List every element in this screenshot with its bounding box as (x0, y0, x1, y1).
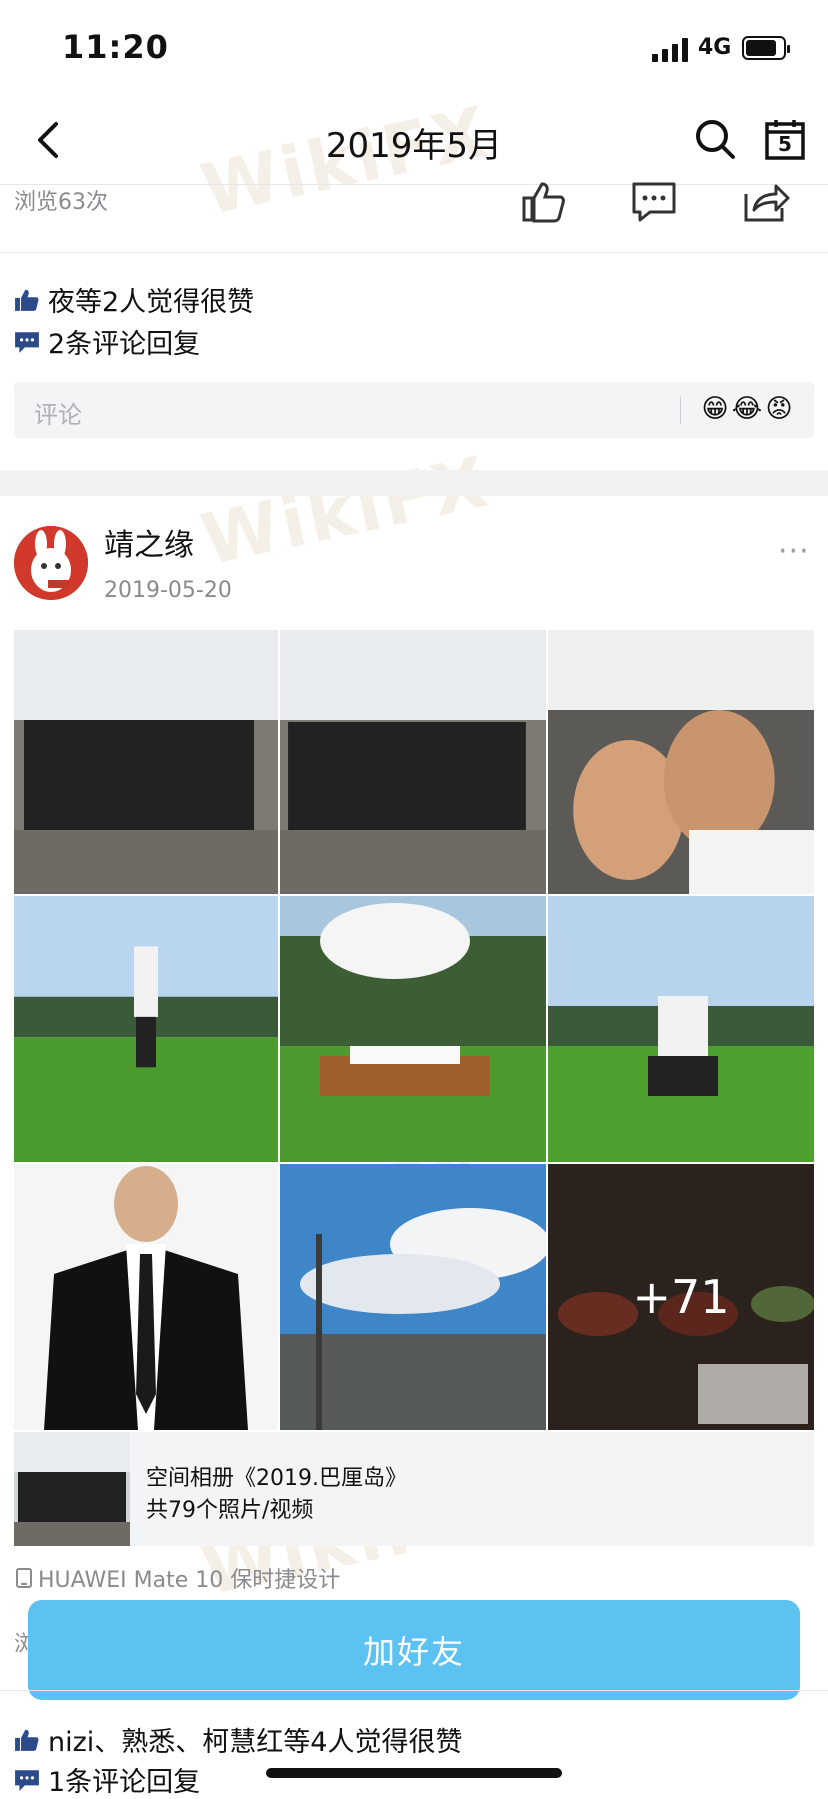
album-card[interactable]: 空间相册《2019.巴厘岛》 共79个照片/视频 (14, 1432, 814, 1546)
likes-text: 夜等2人觉得很赞 (48, 287, 255, 318)
more-photos-count: +71 (548, 1164, 814, 1430)
grin-emoji-icon[interactable]: 😁 (698, 392, 732, 426)
post-date: 2019-05-20 (104, 578, 232, 603)
album-count: 共79个照片/视频 (146, 1498, 314, 1523)
divider (680, 396, 681, 424)
comment-icon (15, 331, 39, 353)
likes-summary[interactable]: 夜等2人觉得很赞 (14, 280, 254, 319)
photo-grid: +71 (14, 630, 814, 1430)
comments-summary-2[interactable]: 1条评论回复 (14, 1760, 200, 1799)
device-text: HUAWEI Mate 10 保时捷设计 (38, 1568, 341, 1593)
add-friend-button[interactable]: 加好友 (28, 1600, 800, 1700)
photo-group-indoor-2[interactable] (280, 630, 546, 894)
watermark: WikiFX (194, 440, 497, 582)
view-count: 浏览63次 (14, 190, 108, 215)
album-title: 空间相册《2019.巴厘岛》 (146, 1466, 407, 1491)
comment-placeholder: 评论 (34, 401, 82, 429)
likes-summary-2[interactable]: nizi、熟悉、柯慧红等4人觉得很赞 (14, 1720, 462, 1759)
album-thumbnail (14, 1432, 130, 1546)
thumbs-up-icon (15, 289, 39, 311)
divider (0, 1690, 828, 1691)
search-icon[interactable] (694, 118, 736, 160)
like-button[interactable] (520, 180, 568, 224)
photo-buffet-more[interactable]: +71 (548, 1164, 814, 1430)
likes-text: nizi、熟悉、柯慧红等4人觉得很赞 (48, 1727, 463, 1758)
photo-group-indoor-1[interactable] (14, 630, 278, 894)
divider (0, 184, 828, 185)
section-gap (0, 470, 828, 496)
comment-input[interactable]: 评论 😁 😂 😡 (14, 382, 814, 438)
home-indicator[interactable] (266, 1768, 562, 1778)
username[interactable]: 靖之缘 (104, 520, 194, 564)
thumbs-up-icon (15, 1729, 39, 1751)
photo-umbrella-lounger[interactable] (280, 896, 546, 1162)
photo-selfie[interactable] (548, 630, 814, 894)
device-info: HUAWEI Mate 10 保时捷设计 (16, 1562, 340, 1594)
comment-button[interactable] (630, 180, 678, 224)
photo-airport-sky[interactable] (280, 1164, 546, 1430)
share-button[interactable] (742, 180, 790, 224)
battery-icon (742, 36, 790, 60)
comments-text: 2条评论回复 (48, 329, 201, 360)
calendar-icon[interactable]: 5 (764, 118, 806, 160)
phone-icon (16, 1568, 32, 1588)
status-time: 11:20 (62, 28, 169, 66)
divider (0, 252, 828, 253)
network-type: 4G (698, 35, 732, 60)
signal-icon (652, 38, 692, 62)
photo-lawn-standing[interactable] (14, 896, 278, 1162)
more-options-icon[interactable]: ··· (778, 534, 810, 569)
angry-emoji-icon[interactable]: 😡 (762, 392, 796, 426)
calendar-day: 5 (778, 132, 792, 156)
comment-icon (15, 1769, 39, 1791)
avatar[interactable] (14, 526, 88, 600)
comments-text: 1条评论回复 (48, 1767, 201, 1798)
comments-summary[interactable]: 2条评论回复 (14, 322, 200, 361)
laugh-emoji-icon[interactable]: 😂 (730, 392, 764, 426)
photo-lawn-squatting[interactable] (548, 896, 814, 1162)
photo-portrait-suit[interactable] (14, 1164, 278, 1430)
